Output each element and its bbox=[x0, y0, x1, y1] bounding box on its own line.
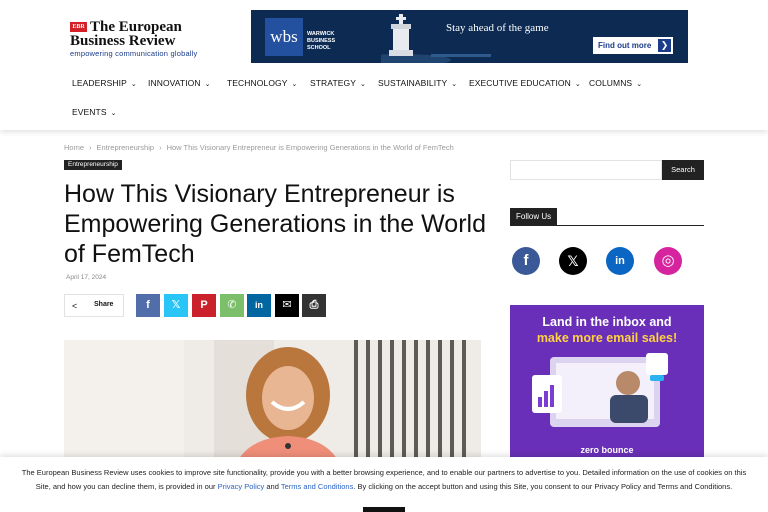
site-logo[interactable]: EBR The European Business Review empoweri… bbox=[70, 20, 220, 58]
share-icon: < bbox=[72, 301, 78, 311]
share-button[interactable]: < Share bbox=[64, 294, 124, 317]
nav-label: TECHNOLOGY bbox=[227, 78, 288, 88]
linkedin-share-icon[interactable]: in bbox=[247, 294, 271, 317]
logo-title-line1: EBR The European bbox=[70, 20, 220, 35]
article-title: How This Visionary Entrepreneur is Empow… bbox=[64, 180, 486, 268]
nav-label: COLUMNS bbox=[589, 78, 633, 88]
nav-label: STRATEGY bbox=[310, 78, 356, 88]
pinterest-share-icon[interactable]: P bbox=[192, 294, 216, 317]
sidebar-ad-zerobounce[interactable]: Land in the inbox and make more email sa… bbox=[510, 305, 704, 460]
logo-mark: EBR bbox=[70, 22, 87, 32]
chevron-down-icon: ⌄ bbox=[204, 81, 211, 88]
search-input[interactable] bbox=[510, 160, 662, 180]
x-icon[interactable]: 𝕏 bbox=[559, 247, 587, 275]
article-date: April 17, 2024 bbox=[66, 274, 107, 281]
article-hero-image bbox=[64, 340, 481, 470]
nav-innovation[interactable]: INNOVATION ⌄ bbox=[148, 78, 211, 88]
nav-label: EXECUTIVE EDUCATION bbox=[469, 78, 571, 88]
wbs-logo: wbs bbox=[265, 18, 303, 56]
wbs-school-name: WARWICK BUSINESS SCHOOL bbox=[307, 31, 336, 51]
privacy-policy-link[interactable]: Privacy Policy bbox=[218, 482, 265, 491]
breadcrumb-separator: › bbox=[159, 143, 162, 152]
nav-sustainability[interactable]: SUSTAINABILITY ⌄ bbox=[378, 78, 457, 88]
accept-cookies-button[interactable] bbox=[363, 507, 405, 512]
x-share-icon[interactable]: 𝕏 bbox=[164, 294, 188, 317]
breadcrumb: Home › Entrepreneurship › How This Visionary… bbox=[64, 143, 454, 152]
facebook-icon[interactable]: f bbox=[512, 247, 540, 275]
breadcrumb-current: How This Visionary Entrepreneur is Empow… bbox=[166, 143, 454, 152]
nav-events[interactable]: EVENTS ⌄ bbox=[72, 107, 117, 117]
search-button[interactable]: Search bbox=[662, 160, 704, 180]
nav-technology[interactable]: TECHNOLOGY ⌄ bbox=[227, 78, 297, 88]
cookie-consent-bar: The European Business Review uses cookie… bbox=[0, 457, 768, 512]
terms-link[interactable]: Terms and Conditions bbox=[281, 482, 354, 491]
follow-us-header: Follow Us bbox=[510, 208, 704, 226]
site-header: EBR The European Business Review empoweri… bbox=[0, 0, 768, 130]
nav-executive-education[interactable]: EXECUTIVE EDUCATION ⌄ bbox=[469, 78, 581, 88]
chevron-down-icon: ⌄ bbox=[291, 81, 298, 88]
whatsapp-share-icon[interactable]: ✆ bbox=[220, 294, 244, 317]
cta-label: Find out more bbox=[598, 41, 652, 50]
chevron-down-icon: ⌄ bbox=[110, 110, 117, 117]
breadcrumb-category[interactable]: Entrepreneurship bbox=[97, 143, 155, 152]
ad-brand: zero bounce bbox=[580, 445, 634, 455]
find-out-more-button[interactable]: Find out more ❯ bbox=[593, 37, 673, 54]
category-badge[interactable]: Entrepreneurship bbox=[64, 160, 122, 170]
share-label: Share bbox=[94, 301, 114, 308]
email-share-icon[interactable]: ✉ bbox=[275, 294, 299, 317]
ad-headline-1: Land in the inbox and bbox=[542, 315, 672, 329]
chevron-right-icon: ❯ bbox=[658, 39, 671, 52]
nav-label: EVENTS bbox=[72, 107, 107, 117]
cookie-text: The European Business Review uses cookie… bbox=[14, 466, 754, 493]
nav-columns[interactable]: COLUMNS ⌄ bbox=[589, 78, 642, 88]
ad-illustration bbox=[532, 353, 668, 427]
chevron-down-icon: ⌄ bbox=[574, 81, 581, 88]
facebook-share-icon[interactable]: f bbox=[136, 294, 160, 317]
header-ad-banner[interactable]: wbs WARWICK BUSINESS SCHOOL Stay ahead o… bbox=[251, 10, 688, 63]
nav-label: INNOVATION bbox=[148, 78, 201, 88]
follow-us-label: Follow Us bbox=[510, 208, 558, 225]
linkedin-icon[interactable]: in bbox=[606, 247, 634, 275]
print-icon[interactable]: ⎙ bbox=[302, 294, 326, 317]
logo-tagline: empowering communication globally bbox=[70, 49, 198, 58]
cookie-text-and: and bbox=[264, 481, 281, 491]
nav-label: LEADERSHIP bbox=[72, 78, 127, 88]
chevron-down-icon: ⌄ bbox=[636, 81, 643, 88]
entrepreneur-portrait-image bbox=[64, 340, 481, 470]
logo-text-2: Business Review bbox=[70, 33, 176, 49]
instagram-icon[interactable]: ◎ bbox=[654, 247, 682, 275]
chevron-down-icon: ⌄ bbox=[451, 81, 458, 88]
nav-label: SUSTAINABILITY bbox=[378, 78, 448, 88]
chess-king-icon bbox=[381, 14, 491, 63]
chevron-down-icon: ⌄ bbox=[130, 81, 137, 88]
ad-headline-2: make more email sales! bbox=[536, 331, 678, 345]
breadcrumb-separator: › bbox=[89, 143, 92, 152]
nav-strategy[interactable]: STRATEGY ⌄ bbox=[310, 78, 366, 88]
nav-leadership[interactable]: LEADERSHIP ⌄ bbox=[72, 78, 137, 88]
chevron-down-icon: ⌄ bbox=[359, 81, 366, 88]
ad-slogan: Stay ahead of the game bbox=[446, 22, 549, 34]
breadcrumb-home[interactable]: Home bbox=[64, 143, 84, 152]
cookie-text-end: . By clicking on the accept button and u… bbox=[353, 481, 733, 491]
